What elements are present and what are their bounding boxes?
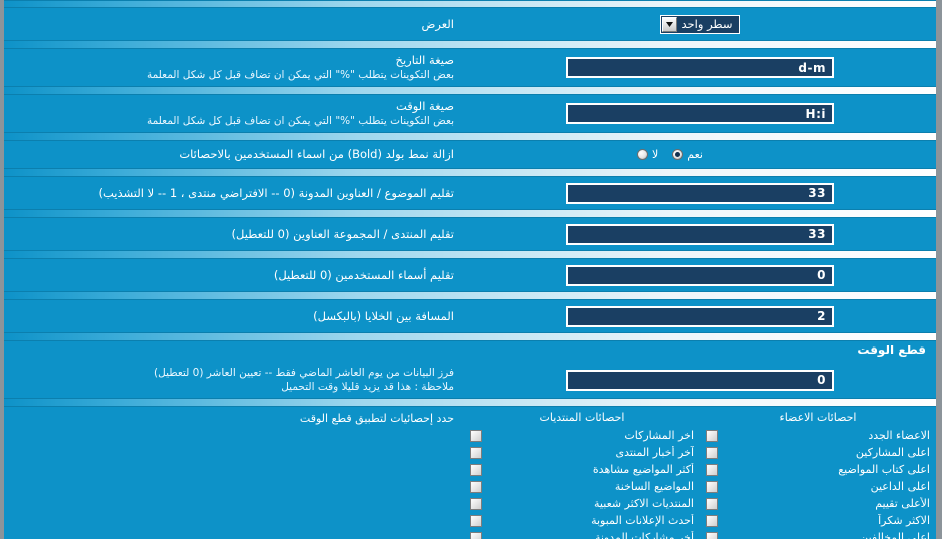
- trim-topic-titles-field: [464, 180, 936, 207]
- remove-bold-row: نعم لا ازالة نمط بولد (Bold) من اسماء ال…: [4, 141, 936, 168]
- trim-topic-titles-label: تقليم الموضوع / العناوين المدونة (0 -- ا…: [98, 185, 454, 200]
- cell-spacing-label: المسافة بين الخلايا (بالبكسل): [313, 308, 454, 323]
- chevron-down-icon[interactable]: [661, 16, 677, 32]
- checkbox-row[interactable]: آخر أخبار المنتدى: [470, 444, 694, 461]
- checkbox-row[interactable]: اعلى الداعين: [706, 478, 930, 495]
- checkbox-icon[interactable]: [470, 531, 482, 539]
- trim-usernames-row: تقليم أسماء المستخدمين (0 للتعطيل): [4, 259, 936, 291]
- checkbox-row[interactable]: الاعضاء الجدد: [706, 427, 930, 444]
- trim-topic-titles-input[interactable]: [566, 182, 834, 204]
- trim-forum-titles-row: تقليم المنتدى / المجموعة العناوين (0 للت…: [4, 218, 936, 250]
- checkbox-row[interactable]: اخر المشاركات: [470, 427, 694, 444]
- separator-4: [4, 168, 936, 177]
- separator-9: [4, 398, 936, 407]
- time-format-label: صيغة الوقت بعض التكوينات يتطلب "%" التي …: [146, 99, 454, 127]
- checkbox-icon[interactable]: [470, 429, 482, 442]
- stats-column-members-header: احصائات الاعضاء: [779, 411, 857, 424]
- cutoff-days-label: فرز البيانات من يوم العاشر الماضي فقط --…: [154, 367, 454, 393]
- checkbox-icon[interactable]: [706, 429, 718, 442]
- cutoff-stats-panel: احصائات الاعضاء الاعضاء الجدد اعلى المشا…: [4, 407, 936, 539]
- checkbox-icon[interactable]: [470, 446, 482, 459]
- display-mode-select[interactable]: سطر واحد: [659, 14, 741, 34]
- settings-page: سطر واحد العرض صيغة التاريخ بعض التكوينا…: [0, 0, 942, 539]
- trim-usernames-field: [464, 262, 936, 289]
- trim-usernames-label: تقليم أسماء المستخدمين (0 للتعطيل): [273, 267, 454, 282]
- cell-spacing-row: المسافة بين الخلايا (بالبكسل): [4, 300, 936, 332]
- cutoff-days-row: فرز البيانات من يوم العاشر الماضي فقط --…: [4, 362, 936, 398]
- trim-topic-titles-row: تقليم الموضوع / العناوين المدونة (0 -- ا…: [4, 177, 936, 209]
- remove-bold-option-yes[interactable]: نعم: [672, 148, 703, 161]
- date-format-row: صيغة التاريخ بعض التكوينات يتطلب "%" الت…: [4, 49, 936, 86]
- checkbox-icon[interactable]: [706, 514, 718, 527]
- time-format-row: صيغة الوقت بعض التكوينات يتطلب "%" التي …: [4, 95, 936, 132]
- checkbox-icon[interactable]: [706, 446, 718, 459]
- display-mode-field: سطر واحد: [464, 12, 936, 37]
- separator-top: [4, 0, 936, 8]
- remove-bold-field: نعم لا: [464, 145, 936, 164]
- checkbox-icon[interactable]: [470, 480, 482, 493]
- stats-column-forums: احصائات المنتديات اخر المشاركات آخر أخبا…: [464, 409, 700, 539]
- cell-spacing-input[interactable]: [566, 305, 834, 327]
- checkbox-row[interactable]: أخر مشاركات المدونة: [470, 529, 694, 539]
- checkbox-icon[interactable]: [706, 463, 718, 476]
- trim-forum-titles-field: [464, 221, 936, 248]
- checkbox-row[interactable]: اعلى كتاب المواضيع: [706, 461, 930, 478]
- cutoff-days-input[interactable]: [566, 369, 834, 391]
- checkbox-row[interactable]: الأعلى تقييم: [706, 495, 930, 512]
- radio-selected-icon[interactable]: [672, 149, 684, 160]
- cutoff-section-header-row: قطع الوقت: [4, 341, 936, 362]
- checkbox-row[interactable]: المواضيع الساخنة: [470, 478, 694, 495]
- stats-column-forums-header: احصائات المنتديات: [539, 411, 625, 424]
- remove-bold-label: ازالة نمط بولد (Bold) من اسماء المستخدمي…: [179, 147, 454, 161]
- separator-1: [4, 40, 936, 49]
- separator-7: [4, 291, 936, 300]
- trim-forum-titles-input[interactable]: [566, 223, 834, 245]
- separator-5: [4, 209, 936, 218]
- checkbox-icon[interactable]: [470, 514, 482, 527]
- checkbox-icon[interactable]: [706, 480, 718, 493]
- checkbox-row[interactable]: اعلى المخالفين: [706, 529, 930, 539]
- display-mode-row: سطر واحد العرض: [4, 8, 936, 40]
- date-format-field: [464, 54, 936, 81]
- checkbox-icon[interactable]: [706, 531, 718, 539]
- display-mode-label: العرض: [421, 16, 455, 31]
- checkbox-icon[interactable]: [470, 497, 482, 510]
- display-mode-select-value: سطر واحد: [681, 16, 733, 31]
- stats-columns: احصائات الاعضاء الاعضاء الجدد اعلى المشا…: [464, 409, 936, 539]
- checkbox-row[interactable]: أحدث الإعلانات المبوبة: [470, 512, 694, 529]
- checkbox-row[interactable]: أكثر المواضيع مشاهدة: [470, 461, 694, 478]
- remove-bold-radio-group: نعم لا: [637, 148, 763, 161]
- cutoff-days-field: [464, 367, 936, 394]
- cell-spacing-field: [464, 303, 936, 330]
- stats-column-members: احصائات الاعضاء الاعضاء الجدد اعلى المشا…: [700, 409, 936, 539]
- date-format-label: صيغة التاريخ بعض التكوينات يتطلب "%" الت…: [146, 53, 454, 81]
- separator-8: [4, 332, 936, 341]
- remove-bold-option-no[interactable]: لا: [637, 148, 658, 161]
- remove-bold-option-yes-label: نعم: [687, 148, 703, 161]
- separator-2: [4, 86, 936, 95]
- date-format-input[interactable]: [566, 57, 834, 78]
- checkbox-row[interactable]: المنتديات الاكثر شعبية: [470, 495, 694, 512]
- remove-bold-option-no-label: لا: [652, 148, 659, 161]
- checkbox-icon[interactable]: [706, 497, 718, 510]
- time-format-input[interactable]: [566, 103, 834, 124]
- checkbox-icon[interactable]: [470, 463, 482, 476]
- checkbox-row[interactable]: الاكثر شكراً: [706, 512, 930, 529]
- radio-unselected-icon[interactable]: [637, 149, 649, 160]
- separator-6: [4, 250, 936, 259]
- trim-forum-titles-label: تقليم المنتدى / المجموعة العناوين (0 للت…: [231, 226, 454, 241]
- separator-3: [4, 132, 936, 141]
- time-format-field: [464, 100, 936, 127]
- cutoff-section-header: قطع الوقت: [857, 343, 926, 357]
- cutoff-stats-label: حدد إحصائيات لتطبيق قطع الوقت: [299, 412, 454, 425]
- trim-usernames-input[interactable]: [566, 264, 834, 286]
- checkbox-row[interactable]: اعلى المشاركين: [706, 444, 930, 461]
